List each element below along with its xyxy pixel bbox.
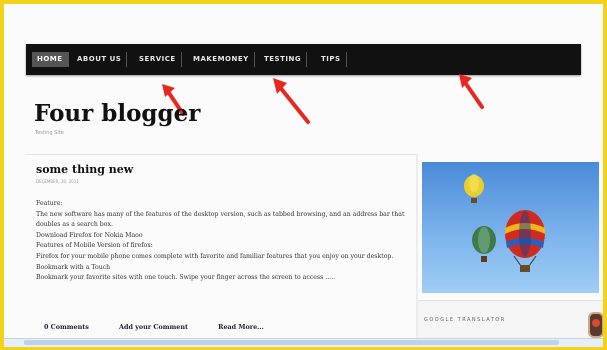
horizontal-scrollbar[interactable] (4, 338, 603, 347)
post-paragraph: Download Firefox for Nokia Maoo (36, 231, 143, 239)
site-tagline: Testing Site (35, 130, 64, 136)
post-title[interactable]: some thing new (36, 163, 133, 176)
site-title[interactable]: Four blogger (34, 100, 200, 127)
post-actions: 0 Comments Add your Comment Read More... (44, 323, 292, 331)
scrollbar-thumb[interactable] (24, 340, 559, 345)
comments-link[interactable]: 0 Comments (44, 323, 89, 331)
post-date: DECEMBER, 30, 2011 (36, 179, 79, 184)
nav-about-us[interactable]: ABOUT US (72, 52, 128, 67)
nav-tips[interactable]: TIPS (316, 52, 347, 67)
add-comment-link[interactable]: Add your Comment (119, 323, 188, 331)
arrow-annotation-testing (273, 78, 310, 124)
post-paragraph: The new software has many of the feature… (36, 210, 405, 229)
read-more-link[interactable]: Read More... (218, 323, 264, 331)
scroll-top-button[interactable] (588, 312, 603, 338)
nav-testing[interactable]: TESTING (259, 52, 308, 67)
post-body: Feature: The new software has many of th… (36, 199, 406, 284)
post-paragraph: Feature: (36, 200, 63, 207)
nav-makemoney[interactable]: MAKEMONEY (188, 52, 255, 67)
google-translator-title: GOOGLE TRANSLATOR (424, 317, 506, 323)
arrow-annotation-navbar-end (459, 74, 484, 109)
post-paragraph: Firefox for your mobile phone comes comp… (36, 252, 394, 260)
post-paragraph: Bookmark your favorite sites with one to… (36, 274, 336, 282)
post-content: some thing new DECEMBER, 30, 2011 Featur… (26, 154, 416, 343)
post-paragraph: Features of Mobile Version of firefox: (36, 242, 153, 250)
screenshot-frame: HOME ABOUT US SERVICE MAKEMONEY TESTING … (4, 4, 603, 346)
nav-home[interactable]: HOME (32, 52, 69, 67)
sidebar-balloon-image (422, 162, 599, 293)
top-navigation: HOME ABOUT US SERVICE MAKEMONEY TESTING … (26, 44, 581, 75)
post-paragraph: Bookmark with a Touch (36, 263, 111, 271)
hot-air-balloons-image (464, 174, 545, 272)
nav-service[interactable]: SERVICE (134, 52, 182, 67)
